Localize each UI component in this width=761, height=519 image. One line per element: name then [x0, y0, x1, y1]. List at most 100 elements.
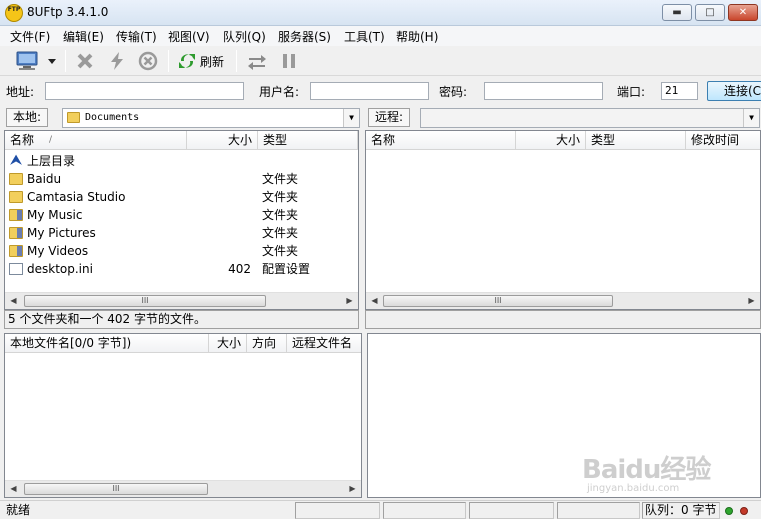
column-header-name[interactable]: 名称 [366, 131, 516, 149]
local-file-list: 名称 / 大小 类型 ⮝ 上层目录 Baidu 文件夹 Camtasia Stu… [4, 130, 359, 310]
disconnect-button[interactable] [74, 49, 96, 73]
scroll-right-icon[interactable]: ▶ [743, 293, 760, 309]
menu-server[interactable]: 服务器(S) [278, 28, 331, 45]
local-path-select[interactable]: Documents ▼ [62, 108, 360, 128]
chevron-down-icon[interactable]: ▼ [743, 109, 759, 127]
queue-status-cell: 队列：0 字节 [642, 502, 720, 519]
transfer-queue-list: 本地文件名[0/0 字节]) 大小 方向 远程文件名 ◀ III ▶ [4, 333, 362, 498]
maximize-button[interactable]: □ [695, 4, 725, 21]
scroll-thumb[interactable]: III [24, 295, 266, 307]
port-input[interactable]: 21 [661, 82, 698, 100]
scroll-right-icon[interactable]: ▶ [344, 481, 361, 497]
status-cell [469, 502, 554, 519]
status-cell [295, 502, 380, 519]
column-header-type[interactable]: 类型 [258, 131, 358, 149]
list-item[interactable]: Camtasia Studio 文件夹 [7, 188, 357, 206]
toolbar-separator [236, 50, 237, 72]
username-label: 用户名: [259, 85, 300, 99]
folder-icon [67, 112, 80, 123]
queue-list-header: 本地文件名[0/0 字节]) 大小 方向 远程文件名 [5, 334, 361, 353]
remote-file-list: 名称 大小 类型 修改时间 ◀ III ▶ [365, 130, 761, 310]
toolbar-separator [65, 50, 66, 72]
window-title: 8UFtp 3.4.1.0 [27, 5, 109, 19]
queue-horizontal-scrollbar[interactable]: ◀ III ▶ [5, 480, 361, 497]
cross-icon [77, 53, 93, 69]
connect-button[interactable]: 连接(C) [707, 81, 761, 101]
password-label: 密码: [439, 85, 468, 99]
menu-bar: 文件(F) 编辑(E) 传输(T) 视图(V) 队列(Q) 服务器(S) 工具(… [0, 26, 761, 46]
refresh-icon [179, 54, 195, 68]
lightning-icon [111, 52, 123, 70]
menu-view[interactable]: 视图(V) [168, 28, 210, 45]
password-input[interactable] [484, 82, 603, 100]
site-manager-dropdown[interactable] [46, 49, 58, 73]
list-item[interactable]: desktop.ini 402 配置设置 [7, 260, 357, 278]
watermark-logo: Baidu经验 [582, 455, 711, 485]
column-header-direction[interactable]: 方向 [247, 334, 287, 352]
connection-bar: 地址: 用户名: 密码: 端口: 21 连接(C) [0, 77, 761, 105]
local-horizontal-scrollbar[interactable]: ◀ III ▶ [5, 292, 358, 309]
column-header-modified[interactable]: 修改时间 [686, 131, 760, 149]
local-label: 本地: [6, 108, 49, 127]
column-header-name[interactable]: 名称 / [5, 131, 187, 149]
pause-button[interactable] [278, 49, 300, 73]
username-input[interactable] [310, 82, 429, 100]
cancel-circle-icon [138, 51, 158, 71]
app-logo-icon: FTP [5, 4, 23, 22]
monitor-icon [16, 51, 38, 70]
list-item[interactable]: ⮝ 上层目录 [7, 152, 357, 170]
column-header-size[interactable]: 大小 [187, 131, 258, 149]
minimize-button[interactable]: ▬ [662, 4, 692, 21]
local-path-row: 本地: Documents ▼ [4, 107, 360, 129]
status-cell [383, 502, 466, 519]
music-folder-icon [9, 209, 23, 221]
stop-button[interactable] [137, 49, 159, 73]
menu-help[interactable]: 帮助(H) [396, 28, 438, 45]
watermark-url: jingyan.baidu.com [587, 483, 680, 494]
folder-icon [9, 173, 23, 185]
chevron-down-icon [48, 59, 56, 64]
menu-queue[interactable]: 队列(Q) [223, 28, 266, 45]
transfer-arrows-icon [248, 55, 266, 70]
baidu-watermark: Baidu经验 jingyan.baidu.com [582, 449, 732, 499]
videos-folder-icon [9, 245, 23, 257]
menu-edit[interactable]: 编辑(E) [63, 28, 104, 45]
menu-tools[interactable]: 工具(T) [344, 28, 385, 45]
column-header-local-file[interactable]: 本地文件名[0/0 字节]) [5, 334, 209, 352]
download-led-icon [740, 507, 748, 515]
menu-transfer[interactable]: 传输(T) [116, 28, 157, 45]
menu-file[interactable]: 文件(F) [10, 28, 50, 45]
remote-horizontal-scrollbar[interactable]: ◀ III ▶ [366, 292, 760, 309]
remote-label: 远程: [368, 108, 411, 127]
up-folder-icon: ⮝ [10, 153, 22, 168]
column-header-remote-file[interactable]: 远程文件名 [287, 334, 361, 352]
scroll-thumb[interactable]: III [383, 295, 613, 307]
scroll-left-icon[interactable]: ◀ [5, 481, 22, 497]
column-header-type[interactable]: 类型 [586, 131, 686, 149]
address-input[interactable] [45, 82, 244, 100]
title-bar: FTP 8UFtp 3.4.1.0 ▬ □ ✕ [0, 0, 761, 26]
scroll-right-icon[interactable]: ▶ [341, 293, 358, 309]
close-button[interactable]: ✕ [728, 4, 758, 21]
scroll-thumb[interactable]: III [24, 483, 208, 495]
scroll-left-icon[interactable]: ◀ [366, 293, 383, 309]
upload-led-icon [725, 507, 733, 515]
chevron-down-icon[interactable]: ▼ [343, 109, 359, 127]
list-item[interactable]: My Pictures 文件夹 [7, 224, 357, 242]
pause-icon [283, 54, 295, 68]
quick-connect-button[interactable] [106, 49, 128, 73]
pictures-folder-icon [9, 227, 23, 239]
status-bar: 就绪 队列：0 字节 [0, 500, 761, 519]
scroll-left-icon[interactable]: ◀ [5, 293, 22, 309]
folder-icon [9, 191, 23, 203]
column-header-size[interactable]: 大小 [516, 131, 586, 149]
transfer-queue-button[interactable] [246, 49, 268, 73]
remote-path-select[interactable]: ▼ [420, 108, 760, 128]
column-header-size[interactable]: 大小 [209, 334, 247, 352]
site-manager-button[interactable] [14, 49, 40, 73]
list-item[interactable]: Baidu 文件夹 [7, 170, 357, 188]
refresh-button[interactable]: 刷新 [176, 49, 224, 73]
list-item[interactable]: My Videos 文件夹 [7, 242, 357, 260]
list-item[interactable]: My Music 文件夹 [7, 206, 357, 224]
settings-file-icon [9, 263, 23, 275]
